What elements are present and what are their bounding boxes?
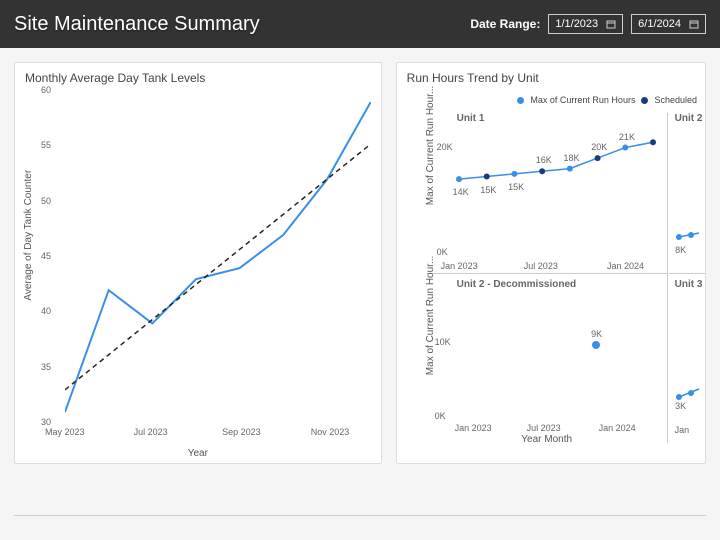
mini-unit2-title: Unit 2 - Decommissioned [457,279,576,290]
mini-right-bot-xtick: Jan [675,425,690,435]
mini-unit1-datalabel: 18K [563,153,579,163]
panels-row: Monthly Average Day Tank Levels Average … [0,48,720,478]
mini-unit1-xtick: Jan 2024 [607,261,644,271]
legend-dot-current [517,97,524,104]
mini-unit2: Unit 2 - Decommissioned Max of Current R… [427,273,668,443]
panel-a-ytick: 55 [41,140,51,150]
mini-unit2-ytick: 10K [435,337,451,347]
mini-unit2-xtick: Jan 2023 [455,423,492,433]
date-range-group: Date Range: 1/1/2023 6/1/2024 [470,14,706,34]
mini-unit-right-top-title: Unit 2 [675,113,703,124]
mini-unit1-xtick: Jul 2023 [524,261,558,271]
panel-day-tank-title: Monthly Average Day Tank Levels [15,63,381,93]
footer-divider [14,515,706,516]
mini-unit1-xtick: Jan 2023 [441,261,478,271]
mini-unit1-datalabel: 20K [591,142,607,152]
mini-unit2-xlabel: Year Month [521,434,572,445]
mini-unit2-ylabel: Max of Current Run Hour... [425,256,436,376]
calendar-icon [689,19,699,29]
mini-unit1-title: Unit 1 [457,113,485,124]
panel-run-hours: Run Hours Trend by Unit Max of Current R… [396,62,706,464]
panel-a-xtick: Jul 2023 [134,427,168,437]
date-range-label: Date Range: [470,17,540,31]
mini-unit-right-bot: Unit 3 3K Jan [669,273,706,443]
mini-unit2-svg [451,293,661,419]
panel-a-svg [65,91,371,423]
date-end-value: 6/1/2024 [638,18,681,30]
panel-a-ytick: 45 [41,251,51,261]
mini-unit1-datalabel: 15K [480,185,496,195]
legend-scheduled-label: Scheduled [654,95,697,105]
panel-a-xtick: Sep 2023 [222,427,261,437]
mini-unit1-datalabel: 15K [508,182,524,192]
date-start-picker[interactable]: 1/1/2023 [548,14,623,34]
panel-a-ytick: 40 [41,306,51,316]
mini-right-bot-label: 3K [675,401,686,411]
mini-unit1-ytick: 20K [437,142,453,152]
panel-day-tank: Monthly Average Day Tank Levels Average … [14,62,382,464]
legend-dot-scheduled [641,97,648,104]
mini-unit1: Unit 1 Max of Current Run Hour... 14K15K… [427,113,668,274]
mini-unit1-svg [451,127,661,263]
mini-unit2-ytick: 0K [435,411,446,421]
calendar-icon [606,19,616,29]
panel-a-plot: 30354045505560May 2023Jul 2023Sep 2023No… [65,91,371,423]
mini-unit1-ytick: 0K [437,247,448,257]
date-end-picker[interactable]: 6/1/2024 [631,14,706,34]
header-bar: Site Maintenance Summary Date Range: 1/1… [0,0,720,48]
legend-current-label: Max of Current Run Hours [530,95,635,105]
panel-a-ytick: 50 [41,196,51,206]
panel-a-xlabel: Year [188,448,208,459]
panel-a-ytick: 35 [41,362,51,372]
panel-a-ylabel: Average of Day Tank Counter [23,170,34,301]
mini-unit1-datalabel: 16K [536,155,552,165]
mini-right-top-label: 8K [675,245,686,255]
panel-a-ytick: 30 [41,417,51,427]
mini-unit1-datalabel: 14K [453,187,469,197]
mini-unit2-xtick: Jan 2024 [599,423,636,433]
panel-a-ytick: 60 [41,85,51,95]
mini-right-top-svg [669,127,706,263]
panel-b-legend: Max of Current Run Hours Scheduled [397,93,705,105]
mini-unit2-point-label: 9K [591,329,602,339]
mini-unit-right-bot-title: Unit 3 [675,279,703,290]
date-start-value: 1/1/2023 [555,18,598,30]
mini-unit2-xtick: Jul 2023 [527,423,561,433]
panel-a-xtick: May 2023 [45,427,85,437]
page-title: Site Maintenance Summary [14,13,260,36]
panel-a-xtick: Nov 2023 [311,427,350,437]
mini-unit1-datalabel: 21K [619,132,635,142]
mini-unit-right-top: Unit 2 8K [669,113,706,274]
panel-run-hours-title: Run Hours Trend by Unit [397,63,705,93]
mini-unit1-ylabel: Max of Current Run Hour... [425,86,436,206]
